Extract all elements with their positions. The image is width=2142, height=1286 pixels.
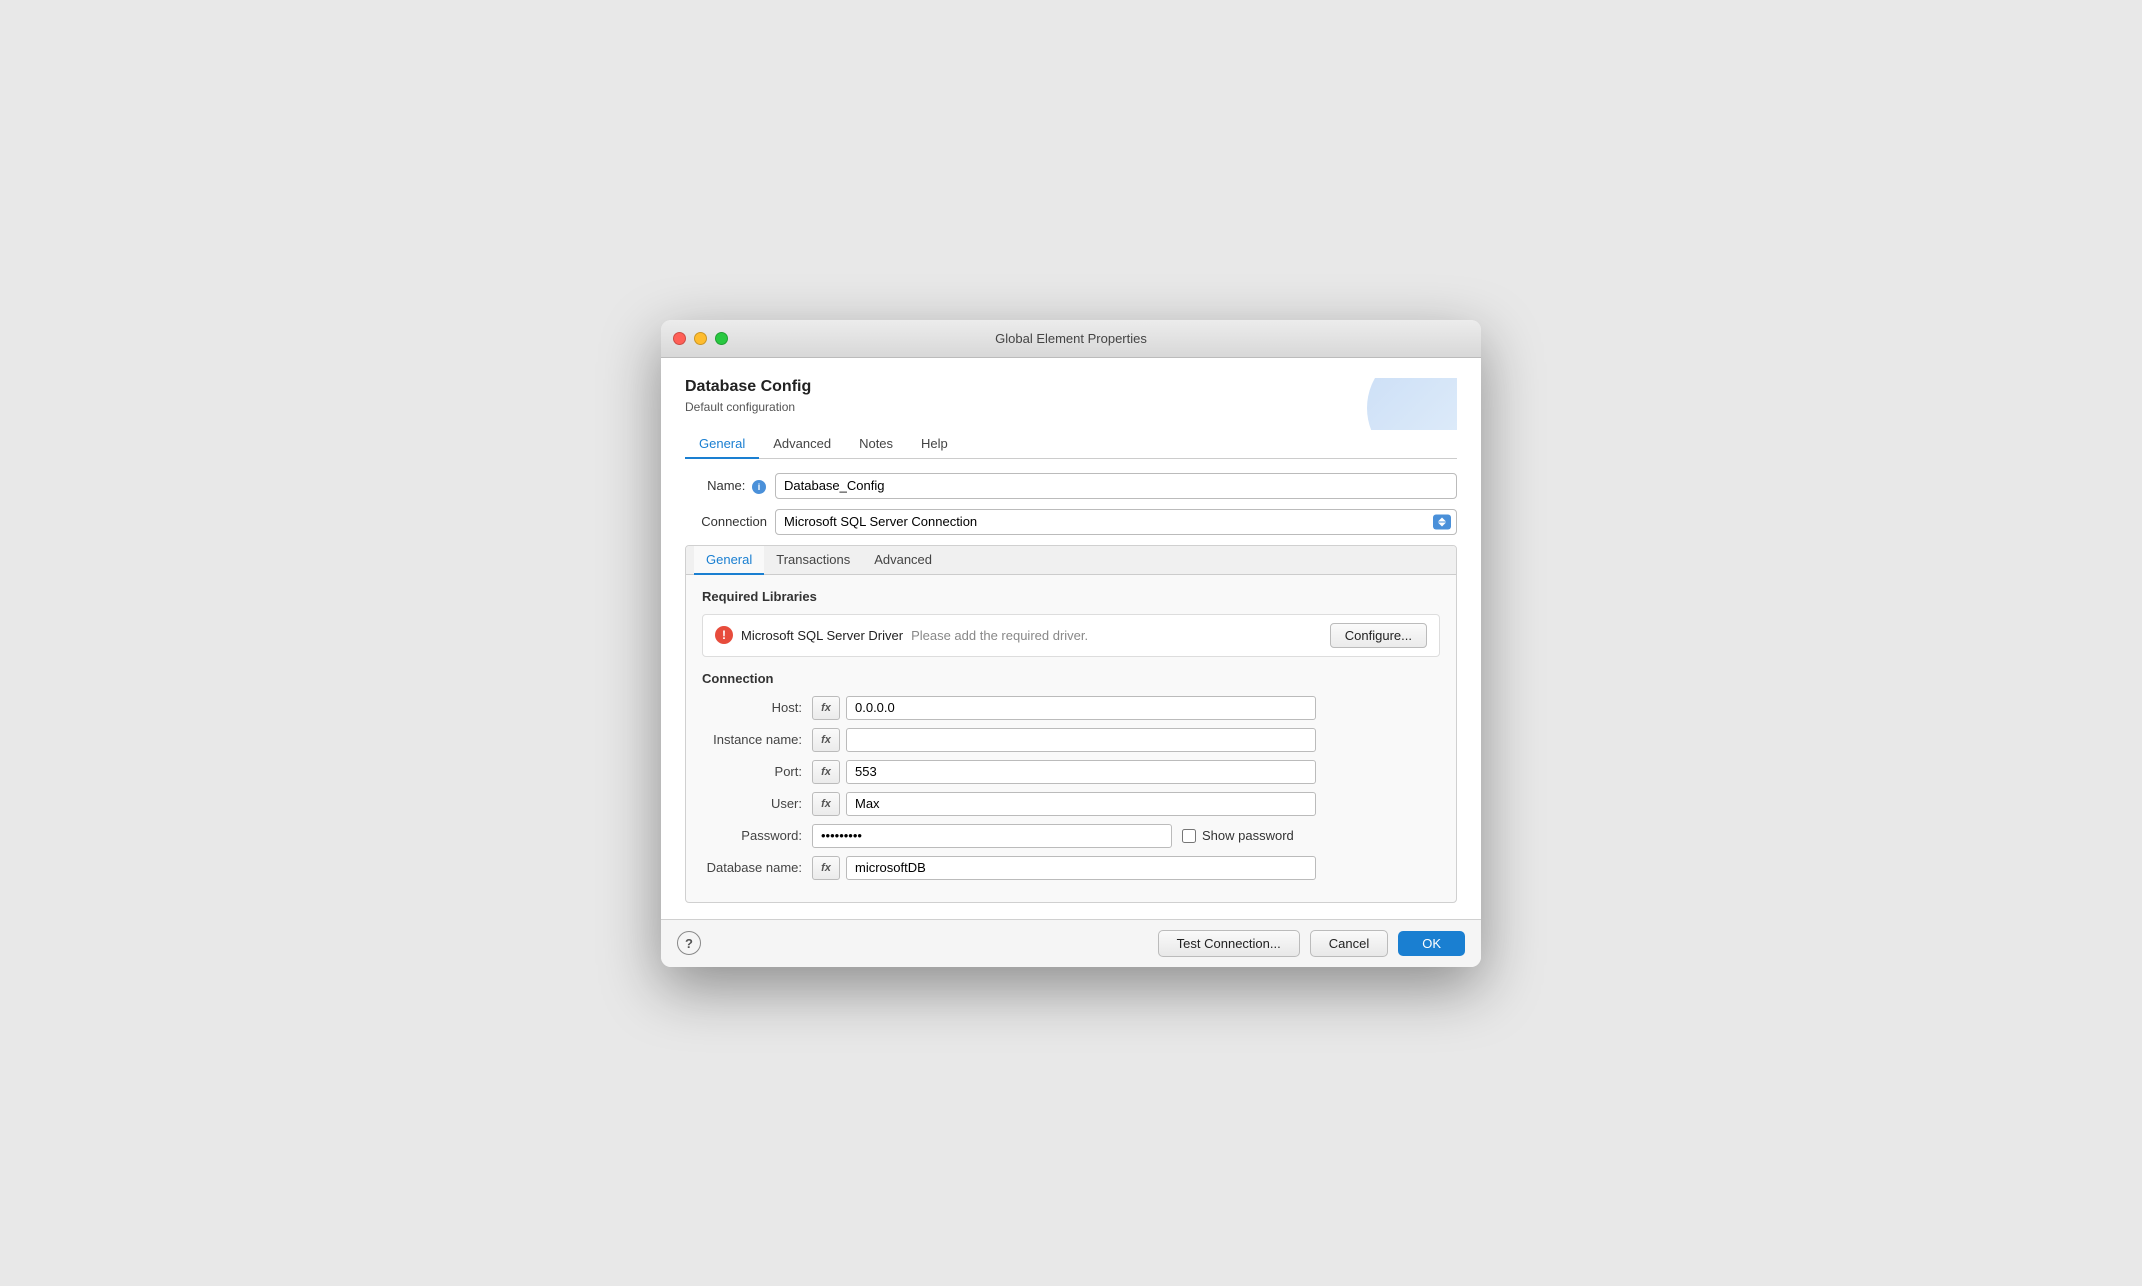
host-row: Host: fx <box>702 696 1440 720</box>
fx-icon-2: fx <box>821 734 831 746</box>
minimize-button[interactable] <box>694 332 707 345</box>
database-name-row: Database name: fx <box>702 856 1440 880</box>
fx-icon-4: fx <box>821 798 831 810</box>
info-icon: i <box>752 480 766 494</box>
connection-row: Connection Microsoft SQL Server Connecti… <box>685 509 1457 535</box>
user-fx-button[interactable]: fx <box>812 792 840 816</box>
host-label: Host: <box>702 700 812 715</box>
configure-button[interactable]: Configure... <box>1330 623 1427 648</box>
instance-name-row: Instance name: fx <box>702 728 1440 752</box>
tab-help-outer[interactable]: Help <box>907 430 962 459</box>
test-connection-button[interactable]: Test Connection... <box>1158 930 1300 957</box>
host-fx-button[interactable]: fx <box>812 696 840 720</box>
ok-button[interactable]: OK <box>1398 931 1465 956</box>
show-password-label[interactable]: Show password <box>1182 828 1294 843</box>
port-fx-button[interactable]: fx <box>812 760 840 784</box>
required-libraries-box: ! Microsoft SQL Server Driver Please add… <box>702 614 1440 657</box>
header-decoration <box>1367 378 1457 430</box>
password-row: Password: Show password <box>702 824 1440 848</box>
user-row: User: fx <box>702 792 1440 816</box>
password-controls: Show password <box>812 824 1294 848</box>
window-footer: ? Test Connection... Cancel OK <box>661 919 1481 967</box>
port-row: Port: fx <box>702 760 1440 784</box>
fx-icon-5: fx <box>821 862 831 874</box>
outer-tabs: General Advanced Notes Help <box>685 430 1457 459</box>
show-password-text: Show password <box>1202 828 1294 843</box>
driver-hint-text: Please add the required driver. <box>911 628 1322 643</box>
instance-name-input[interactable] <box>846 728 1316 752</box>
footer-right: Test Connection... Cancel OK <box>1158 930 1465 957</box>
connection-label: Connection <box>685 514 775 529</box>
inner-tabs: General Transactions Advanced <box>686 546 1456 575</box>
cancel-button[interactable]: Cancel <box>1310 930 1388 957</box>
password-input[interactable] <box>812 824 1172 848</box>
window-controls <box>673 332 728 345</box>
inner-body: Required Libraries ! Microsoft SQL Serve… <box>686 575 1456 902</box>
connection-select[interactable]: Microsoft SQL Server Connection <box>775 509 1457 535</box>
dialog-subtitle: Default configuration <box>685 400 1457 414</box>
inner-panel: General Transactions Advanced Required L… <box>685 545 1457 903</box>
titlebar: Global Element Properties <box>661 320 1481 358</box>
database-name-label: Database name: <box>702 860 812 875</box>
dialog-title: Database Config <box>685 378 1457 396</box>
footer-left: ? <box>677 931 701 955</box>
host-input[interactable] <box>846 696 1316 720</box>
tab-advanced-inner[interactable]: Advanced <box>862 546 944 575</box>
show-password-checkbox[interactable] <box>1182 829 1196 843</box>
tab-notes-outer[interactable]: Notes <box>845 430 907 459</box>
fx-icon-3: fx <box>821 766 831 778</box>
window-title: Global Element Properties <box>995 331 1147 346</box>
tab-advanced-outer[interactable]: Advanced <box>759 430 845 459</box>
database-name-input[interactable] <box>846 856 1316 880</box>
connection-section-title: Connection <box>702 671 1440 686</box>
user-input[interactable] <box>846 792 1316 816</box>
user-label: User: <box>702 796 812 811</box>
tab-general-inner[interactable]: General <box>694 546 764 575</box>
instance-fx-button[interactable]: fx <box>812 728 840 752</box>
tab-transactions-inner[interactable]: Transactions <box>764 546 862 575</box>
driver-name-text: Microsoft SQL Server Driver <box>741 628 903 643</box>
window-body: Database Config Default configuration Ge… <box>661 358 1481 919</box>
required-libraries-title: Required Libraries <box>702 589 1440 604</box>
help-button[interactable]: ? <box>677 931 701 955</box>
password-label: Password: <box>702 828 812 843</box>
maximize-button[interactable] <box>715 332 728 345</box>
port-input[interactable] <box>846 760 1316 784</box>
name-label: Name: i <box>685 478 775 494</box>
close-button[interactable] <box>673 332 686 345</box>
header-area: Database Config Default configuration <box>685 378 1457 430</box>
instance-name-label: Instance name: <box>702 732 812 747</box>
dialog-window: Global Element Properties Database Confi… <box>661 320 1481 967</box>
error-icon: ! <box>715 626 733 644</box>
fx-icon: fx <box>821 702 831 714</box>
name-row: Name: i <box>685 473 1457 499</box>
name-input[interactable] <box>775 473 1457 499</box>
port-label: Port: <box>702 764 812 779</box>
tab-general-outer[interactable]: General <box>685 430 759 459</box>
name-label-text: Name: <box>707 478 745 493</box>
database-fx-button[interactable]: fx <box>812 856 840 880</box>
connection-select-wrapper: Microsoft SQL Server Connection <box>775 509 1457 535</box>
